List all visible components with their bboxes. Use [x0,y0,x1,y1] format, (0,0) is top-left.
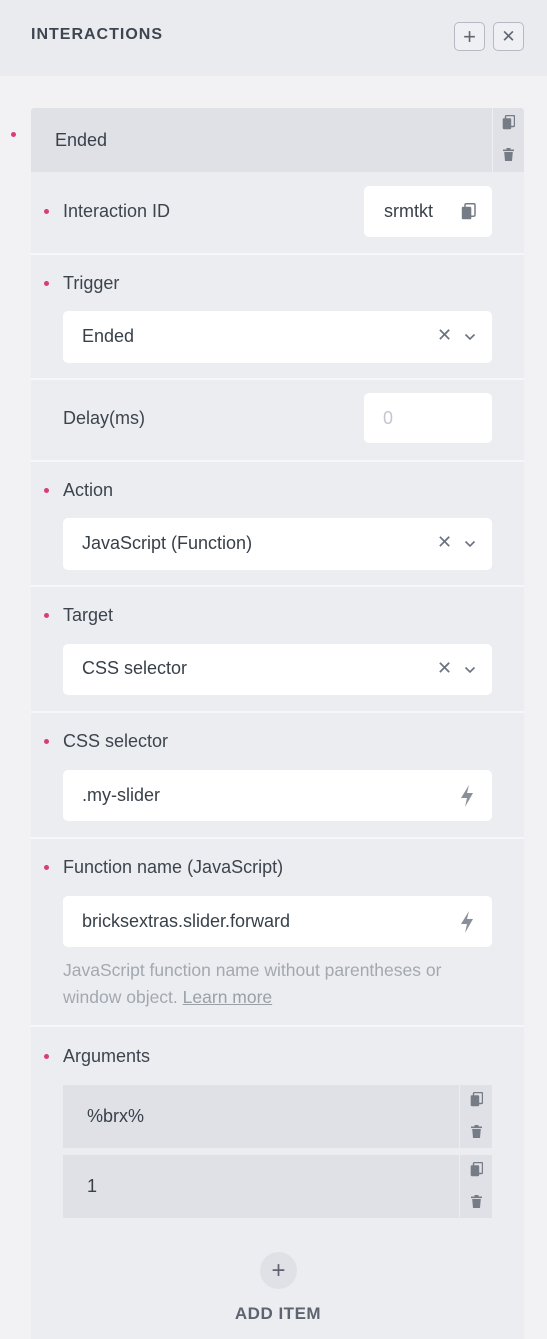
row-divider [31,460,524,462]
css-selector-label: CSS selector [63,731,169,751]
action-value: JavaScript (Function) [82,533,253,553]
clear-icon[interactable]: ✕ [437,658,452,679]
row-divider [31,711,524,713]
field-bullet [44,281,49,286]
clear-icon[interactable]: ✕ [437,532,452,553]
action-select[interactable]: JavaScript (Function) ✕ [63,518,492,570]
chevron-down-icon[interactable] [464,540,476,548]
field-bullet [44,488,49,493]
learn-more-link[interactable]: Learn more [183,987,273,1007]
target-select[interactable]: CSS selector ✕ [63,644,492,695]
field-bullet [44,739,49,744]
interaction-item-title: Ended [55,130,108,150]
row-divider [31,253,524,255]
field-bullet [44,1054,49,1059]
argument-item[interactable]: 1 [63,1155,459,1218]
delay-placeholder: 0 [383,408,394,428]
chevron-down-icon[interactable] [464,666,476,674]
function-name-value: bricksextras.slider.forward [82,911,291,931]
field-bullet [44,209,49,214]
function-name-help: JavaScript function name without parenth… [63,957,503,1011]
copy-icon[interactable] [468,1091,484,1107]
target-value: CSS selector [82,658,188,678]
trigger-value: Ended [82,326,135,346]
plus-icon: + [463,23,476,49]
field-bullet [44,613,49,618]
bolt-icon[interactable] [458,784,476,808]
argument-item-actions [460,1085,492,1148]
chevron-down-icon[interactable] [464,333,476,341]
argument-value: 1 [87,1176,98,1196]
divider [492,108,493,172]
trash-icon[interactable] [468,1193,484,1209]
plus-icon: + [271,1256,286,1284]
panel-title: INTERACTIONS [31,26,163,43]
row-divider [31,1025,524,1027]
add-interaction-button[interactable]: + [454,22,485,51]
action-label: Action [63,480,114,500]
row-divider [31,378,524,380]
arguments-label: Arguments [63,1046,151,1066]
interaction-id-label: Interaction ID [63,201,171,221]
item-bullet [11,132,16,137]
close-icon: ✕ [501,26,516,46]
add-item-button[interactable]: + [260,1252,297,1289]
function-name-label: Function name (JavaScript) [63,857,284,877]
copy-icon[interactable] [460,202,476,219]
function-name-input[interactable]: bricksextras.slider.forward [63,896,492,947]
css-selector-value: .my-slider [82,785,161,805]
row-divider [31,837,524,839]
argument-value: %brx% [87,1106,145,1126]
argument-item[interactable]: %brx% [63,1085,459,1148]
css-selector-input[interactable]: .my-slider [63,770,492,821]
trigger-label: Trigger [63,273,120,293]
bolt-icon[interactable] [458,910,476,934]
argument-item-actions [460,1155,492,1218]
panel-header: INTERACTIONS + ✕ [0,0,547,76]
add-item-label[interactable]: ADD ITEM [0,1304,547,1324]
delay-input[interactable]: 0 [364,393,492,443]
field-bullet [44,865,49,870]
target-label: Target [63,605,114,625]
trigger-select[interactable]: Ended ✕ [63,311,492,363]
clear-icon[interactable]: ✕ [437,325,452,346]
trash-icon[interactable] [500,146,516,162]
delay-label: Delay(ms) [63,408,146,428]
trash-icon[interactable] [468,1123,484,1139]
close-panel-button[interactable]: ✕ [493,22,524,51]
copy-icon[interactable] [468,1161,484,1177]
interaction-id-value: srmtkt [384,201,433,221]
row-divider [31,585,524,587]
interaction-id-field[interactable]: srmtkt [364,186,492,237]
interaction-item-header[interactable]: Ended [31,108,524,172]
copy-icon[interactable] [500,114,516,130]
